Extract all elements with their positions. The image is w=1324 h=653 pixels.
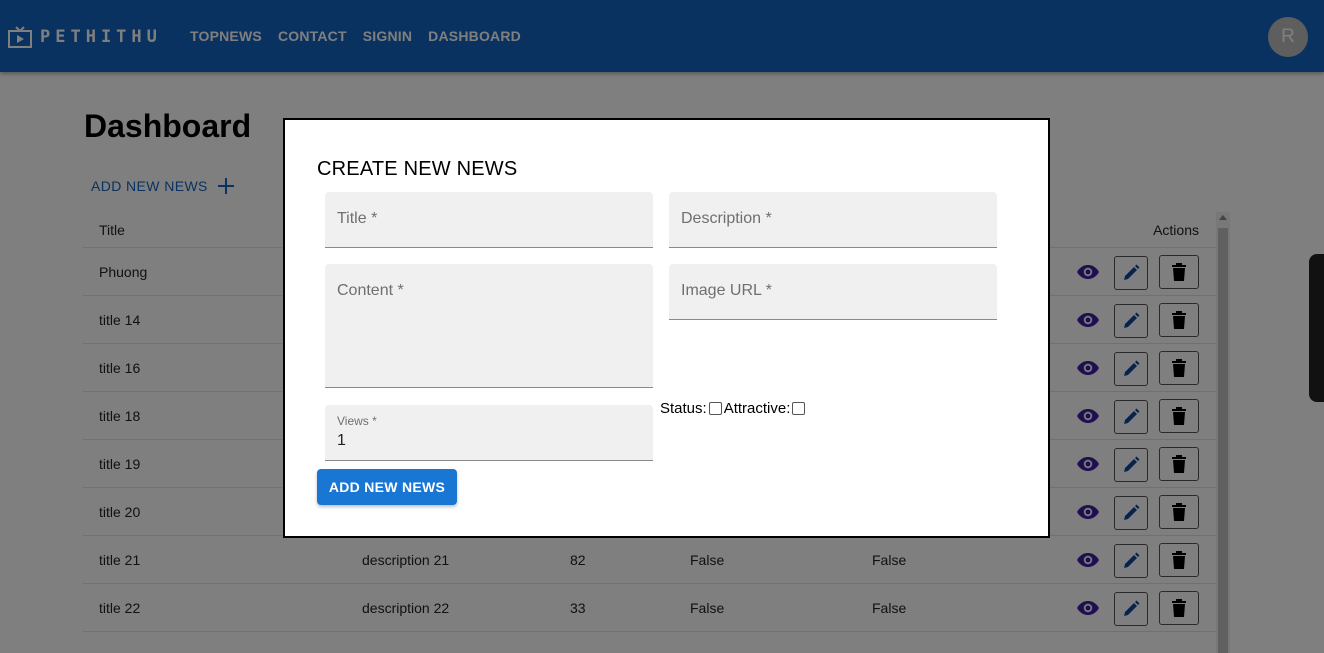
title-field[interactable]: Title * — [325, 192, 653, 248]
flags-group: Status: Attractive: — [660, 400, 807, 417]
views-field[interactable]: Views * 1 — [325, 405, 653, 461]
content-field-label: Content * — [337, 282, 404, 299]
attractive-label: Attractive: — [723, 400, 791, 417]
description-field[interactable]: Description * — [669, 192, 997, 248]
status-label: Status: — [660, 400, 707, 417]
description-field-label: Description * — [681, 210, 772, 227]
dialog-title: CREATE NEW NEWS — [317, 158, 518, 180]
status-checkbox[interactable] — [708, 402, 722, 415]
create-news-dialog: CREATE NEW NEWS Title * Description * Co… — [283, 118, 1050, 538]
views-field-label: Views * — [337, 414, 377, 428]
attractive-checkbox[interactable] — [792, 402, 806, 415]
content-field[interactable]: Content * — [325, 264, 653, 388]
views-field-value: 1 — [337, 432, 346, 449]
image-url-field-label: Image URL * — [681, 282, 772, 299]
title-field-label: Title * — [337, 210, 378, 227]
add-news-button[interactable]: ADD NEW NEWS — [317, 469, 457, 505]
image-url-field[interactable]: Image URL * — [669, 264, 997, 320]
